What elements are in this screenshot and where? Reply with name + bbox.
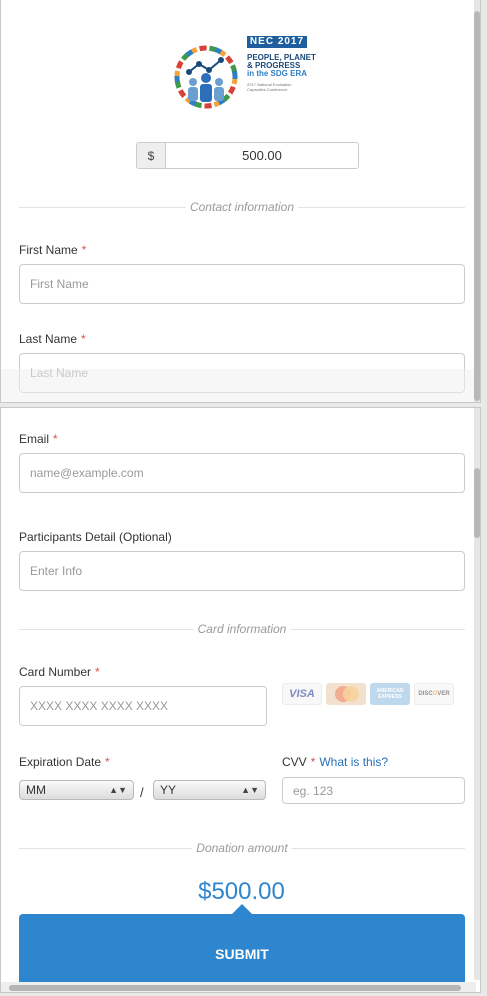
logo-badge: NEC 2017 xyxy=(247,36,307,48)
participants-detail-input[interactable] xyxy=(19,551,465,591)
required-asterisk: * xyxy=(81,243,87,257)
required-asterisk: * xyxy=(95,665,100,679)
cvv-label: CVV * What is this? xyxy=(282,755,388,769)
email-input[interactable] xyxy=(19,453,465,493)
caret-up-icon xyxy=(232,904,252,914)
amount-input-group: $ xyxy=(136,142,359,169)
required-asterisk: * xyxy=(81,332,86,346)
section-label: Donation amount xyxy=(192,840,292,856)
expiration-year-value: YY xyxy=(160,783,177,797)
vertical-scroll-thumb[interactable] xyxy=(474,11,480,401)
contact-information-divider: Contact information xyxy=(19,199,465,215)
card-information-divider: Card information xyxy=(19,621,465,637)
section-label: Card information xyxy=(193,621,291,637)
people-circle-logo-icon xyxy=(174,45,238,109)
email-label-text: Email xyxy=(19,432,50,446)
first-name-label: First Name * xyxy=(19,243,86,257)
card-number-input[interactable] xyxy=(19,686,267,726)
expiration-year-select[interactable]: YY ▲▼ xyxy=(153,780,266,800)
participants-detail-label: Participants Detail (Optional) xyxy=(19,530,172,544)
logo-text-line3: in the SDG ERA xyxy=(247,69,308,78)
cvv-input[interactable] xyxy=(282,777,465,804)
nec-2017-logo: NEC 2017 PEOPLE, PLANET & PROGRESS in th… xyxy=(169,34,319,114)
first-name-input[interactable] xyxy=(19,264,465,304)
last-name-label: Last Name * xyxy=(19,332,86,346)
vertical-scrollbar-top[interactable] xyxy=(474,0,480,402)
visa-card-icon: VISA xyxy=(282,683,322,705)
vertical-scrollbar-bottom[interactable] xyxy=(474,408,480,980)
required-asterisk: * xyxy=(105,755,110,769)
donation-amount-divider: Donation amount xyxy=(19,840,465,856)
cvv-label-text: CVV xyxy=(282,755,307,769)
section-label: Contact information xyxy=(185,199,299,215)
mastercard-circle-right xyxy=(343,686,359,702)
logo-subtext-line2: Capacities Conference xyxy=(247,87,288,92)
select-arrows-icon: ▲▼ xyxy=(241,785,259,795)
discover-text-c: VER xyxy=(437,691,450,697)
amex-text-line2: EXPRESS xyxy=(378,694,402,700)
form-viewport-bottom: Email* Participants Detail (Optional) Ca… xyxy=(0,407,481,993)
required-asterisk: * xyxy=(310,755,316,769)
email-label: Email * xyxy=(19,432,58,446)
card-number-label: Card Number * xyxy=(19,665,100,679)
expiration-month-select[interactable]: MM ▲▼ xyxy=(19,780,134,800)
accepted-cards: VISA AMERICAN EXPRESS DISC O VER xyxy=(282,683,454,705)
horizontal-scroll-thumb[interactable] xyxy=(9,985,461,991)
amex-card-icon: AMERICAN EXPRESS xyxy=(370,683,410,705)
first-name-label-text: First Name xyxy=(19,243,78,257)
required-asterisk: * xyxy=(53,432,58,446)
expiration-date-label-text: Expiration Date xyxy=(19,755,102,769)
what-is-this-link[interactable]: What is this? xyxy=(319,755,388,769)
horizontal-scrollbar[interactable] xyxy=(1,982,476,992)
expiration-separator: / xyxy=(140,785,144,800)
discover-card-icon: DISC O VER xyxy=(414,683,454,705)
donation-amount-display: $500.00 xyxy=(198,878,285,905)
card-number-label-text: Card Number xyxy=(19,665,92,679)
amount-input[interactable] xyxy=(166,143,358,168)
submit-button-label: SUBMIT xyxy=(215,945,269,962)
discover-text-a: DISC xyxy=(418,691,433,697)
mastercard-card-icon xyxy=(326,683,366,705)
form-viewport-top: NEC 2017 PEOPLE, PLANET & PROGRESS in th… xyxy=(0,0,481,403)
expiration-date-label: Expiration Date * xyxy=(19,755,110,769)
last-name-input[interactable] xyxy=(19,353,465,393)
select-arrows-icon: ▲▼ xyxy=(109,785,127,795)
vertical-scroll-thumb[interactable] xyxy=(474,468,480,538)
last-name-label-text: Last Name xyxy=(19,332,78,346)
expiration-month-value: MM xyxy=(26,783,46,797)
currency-addon: $ xyxy=(137,143,166,168)
